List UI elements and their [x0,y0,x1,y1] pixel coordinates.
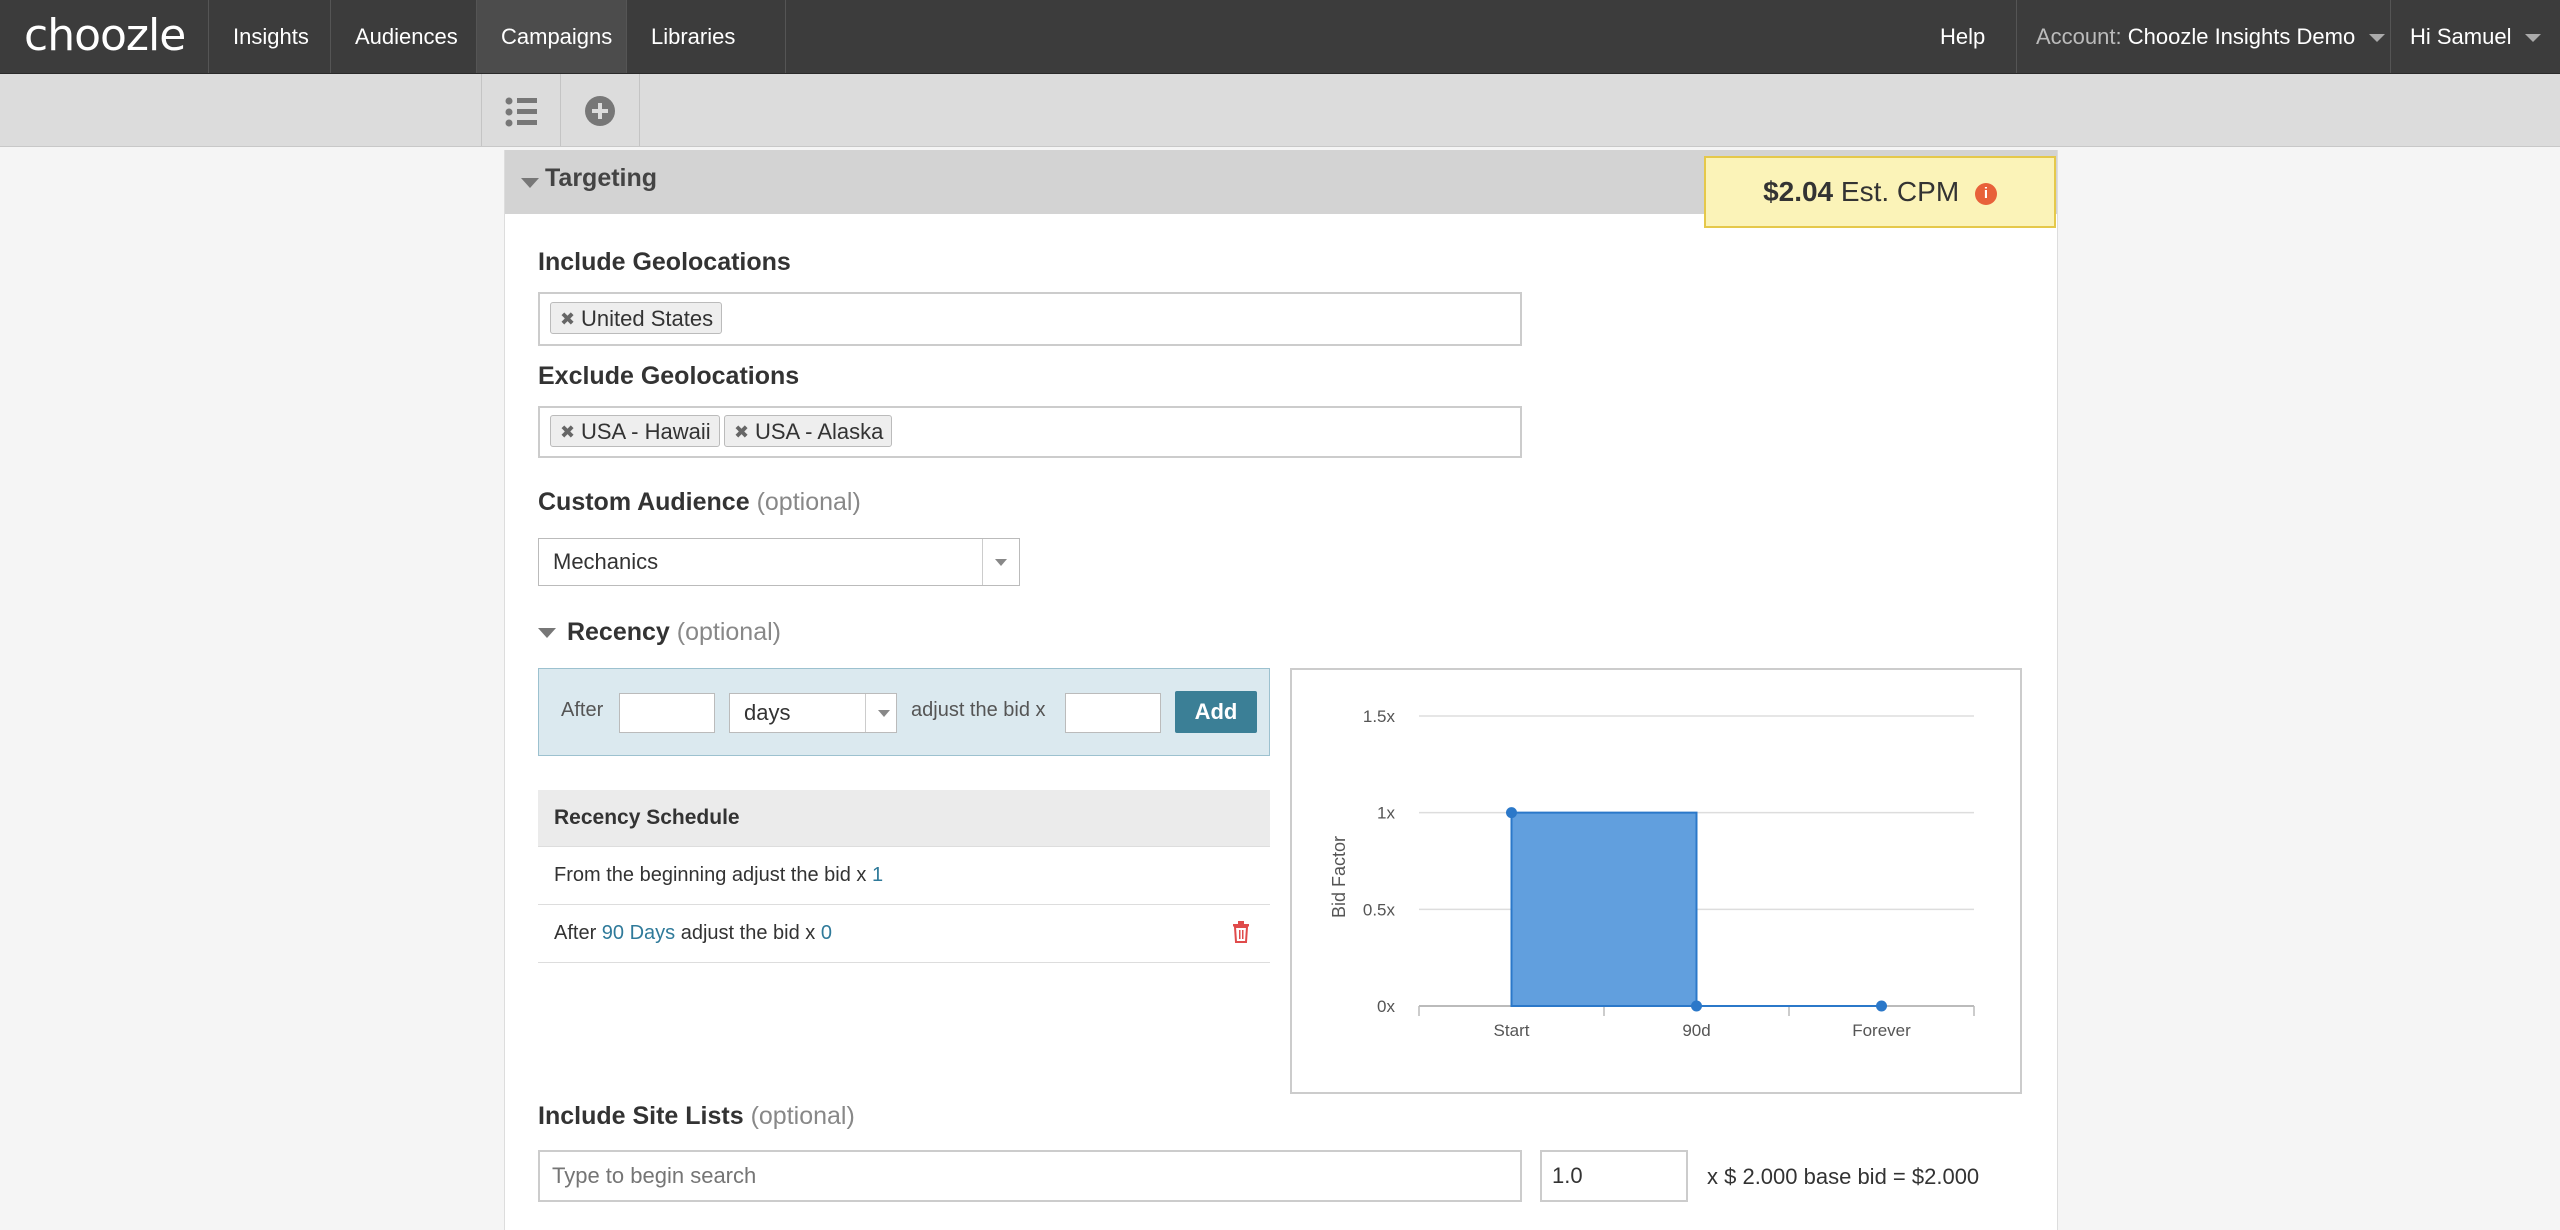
site-list-search-input[interactable] [538,1150,1522,1202]
remove-tag-icon[interactable]: ✖ [560,416,575,448]
plus-circle-icon [585,96,615,126]
schedule-row-mid: adjust the bid x [675,922,821,944]
top-navbar: choozle Insights Audiences Campaigns Lib… [0,0,2560,116]
bid-factor-chart: 0x 0.5x 1x 1.5x Start 90d Forever Bid Factor [1329,707,1975,1040]
remove-tag-icon[interactable]: ✖ [560,303,575,335]
schedule-row-text: After 90 Days adjust the bid x 0 [554,922,832,945]
nav-libraries-label: Libraries [651,24,736,49]
site-list-multiplier-input[interactable] [1540,1150,1688,1202]
site-lists-label: Include Site Lists (optional) [538,1102,855,1131]
recency-title: Recency [566,618,670,646]
recency-label[interactable]: Recency (optional) [538,618,781,647]
est-cpm-badge: $2.04 Est. CPM i [1704,156,2056,228]
help-link[interactable]: Help [1940,0,1985,73]
nav-insights-label: Insights [233,24,309,49]
section-title: Targeting [545,164,658,192]
geo-tag-label: USA - Alaska [755,419,884,444]
x-tick-label: Start [1494,1021,1530,1040]
recency-schedule-header: Recency Schedule [538,790,1270,847]
divider [2016,0,2017,73]
geo-tag-label: United States [581,306,714,331]
custom-audience-value: Mechanics [553,549,659,574]
choozle-logo[interactable]: choozle [24,10,186,61]
chevron-down-icon [2369,34,2386,43]
list-icon [505,97,537,127]
chevron-down-icon[interactable] [982,539,1019,585]
geo-tag: ✖ United States [550,302,723,335]
collapse-triangle-icon[interactable] [538,628,556,639]
chevron-down-icon[interactable] [865,694,896,732]
recency-unit-value: days [744,700,791,725]
schedule-row: After 90 Days adjust the bid x 0 [538,905,1270,963]
divider [2390,0,2391,73]
user-menu[interactable]: Hi Samuel [2410,0,2542,73]
data-point [1876,1000,1887,1012]
optional-hint: (optional) [756,488,861,516]
schedule-row-prefix: From the beginning adjust the bid x [554,864,872,886]
after-label: After [561,699,604,721]
help-label: Help [1940,24,1986,49]
schedule-bid-value[interactable]: 1 [872,864,883,886]
custom-audience-select[interactable]: Mechanics [538,538,1020,586]
account-name: Choozle Insights Demo [2127,24,2356,49]
nav-campaigns[interactable]: Campaigns [476,0,626,73]
sub-toolbar [0,74,2560,147]
recency-chart: 0x 0.5x 1x 1.5x Start 90d Forever Bid Factor [1290,668,2022,1094]
new-campaign-button[interactable] [560,74,640,146]
exclude-geo-input[interactable]: ✖ USA - Hawaii ✖ USA - Alaska [538,406,1522,458]
schedule-row: From the beginning adjust the bid x 1 [538,847,1270,905]
geo-tag: ✖ USA - Hawaii [550,415,720,447]
recency-unit-select[interactable]: days [729,693,897,733]
include-geo-label: Include Geolocations [538,248,791,276]
schedule-bid-value[interactable]: 0 [821,922,832,944]
site-lists-title: Include Site Lists [538,1102,744,1130]
schedule-row-text: From the beginning adjust the bid x 1 [554,864,883,887]
recency-form: After days adjust the bid x Add [538,668,1270,756]
account-prefix: Account: [2036,24,2122,49]
nav-insights[interactable]: Insights [208,0,330,73]
y-tick-label: 1.5x [1363,707,1396,726]
schedule-title: Recency Schedule [554,806,740,829]
y-tick-label: 1x [1377,804,1395,823]
include-geo-input[interactable]: ✖ United States [538,292,1522,346]
trash-icon[interactable] [1232,921,1250,943]
cpm-value: $2.04 [1763,176,1834,207]
recency-bid-input[interactable] [1065,693,1161,733]
nav-campaigns-label: Campaigns [501,24,613,49]
adjust-bid-label: adjust the bid x [911,699,1046,721]
geo-tag-label: USA - Hawaii [581,419,711,444]
y-tick-label: 0.5x [1363,900,1396,919]
remove-tag-icon[interactable]: ✖ [734,416,749,448]
add-recency-button[interactable]: Add [1175,691,1257,733]
nav-audiences-label: Audiences [355,24,458,49]
data-point [1506,807,1517,819]
optional-hint: (optional) [750,1102,855,1130]
chevron-down-icon [2525,34,2542,43]
collapse-triangle-icon[interactable] [521,178,539,188]
user-greeting: Hi Samuel [2410,24,2512,49]
x-tick-label: 90d [1682,1021,1710,1040]
y-axis-label: Bid Factor [1329,836,1349,918]
geo-tag: ✖ USA - Alaska [724,415,893,448]
custom-audience-label: Custom Audience (optional) [538,488,861,517]
account-menu[interactable]: Account: Choozle Insights Demo [2036,0,2386,73]
data-point [1691,1000,1702,1012]
nav-audiences[interactable]: Audiences [330,0,476,73]
exclude-geo-label: Exclude Geolocations [538,362,800,390]
nav-libraries[interactable]: Libraries [626,0,786,116]
y-tick-label: 0x [1377,997,1395,1016]
x-tick-label: Forever [1852,1021,1911,1040]
cpm-label: Est. CPM [1840,176,1960,207]
custom-audience-title: Custom Audience [538,488,750,516]
campaign-list-button[interactable] [481,74,561,146]
optional-hint: (optional) [676,618,781,646]
recency-after-input[interactable] [619,693,715,733]
schedule-after-value[interactable]: 90 Days [602,922,675,944]
info-icon[interactable]: i [1974,182,1997,205]
base-bid-formula: x $ 2.000 base bid = $2.000 [1707,1164,1980,1189]
schedule-row-prefix: After [554,922,602,944]
